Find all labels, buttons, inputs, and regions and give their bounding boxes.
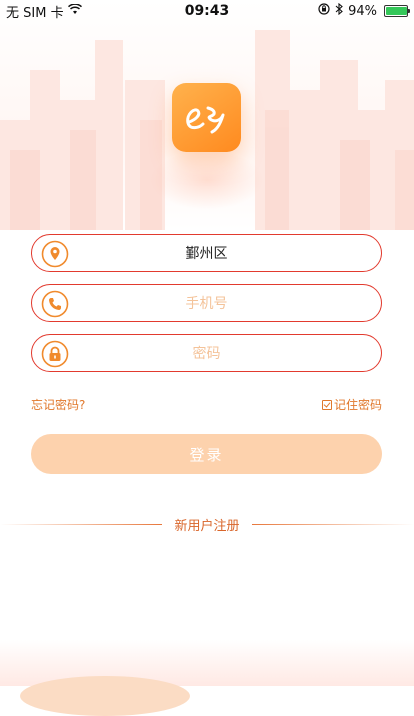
phone-placeholder: 手机号 (185, 296, 228, 312)
app-logo-e-icon (172, 83, 241, 152)
district-value: 鄞州区 (185, 246, 228, 262)
battery-icon (384, 5, 410, 17)
district-selector[interactable]: 鄞州区 (31, 234, 382, 272)
remember-password-toggle[interactable]: 记住密码 (321, 396, 382, 413)
options-row: 忘记密码? 记住密码 (31, 396, 382, 412)
password-field[interactable]: 密码 (31, 334, 382, 372)
orientation-lock-icon (318, 3, 330, 19)
status-bar: 无 SIM 卡 09:43 94% (0, 0, 414, 22)
forgot-password-link[interactable]: 忘记密码? (31, 396, 85, 413)
remember-password-label: 记住密码 (333, 398, 382, 412)
bluetooth-icon (335, 2, 343, 19)
login-button[interactable]: 登录 (31, 434, 382, 474)
password-placeholder: 密码 (192, 346, 221, 362)
logo-shadow (150, 150, 264, 210)
phone-field[interactable]: 手机号 (31, 284, 382, 322)
checkbox-icon[interactable] (321, 399, 332, 410)
battery-percent: 94% (348, 3, 377, 19)
carrier-label: 无 SIM 卡 (6, 5, 64, 21)
divider-right (252, 524, 414, 525)
wifi-icon (67, 2, 82, 19)
register-row: 新用户注册 (0, 515, 414, 534)
bottom-arc-decoration (20, 676, 190, 716)
